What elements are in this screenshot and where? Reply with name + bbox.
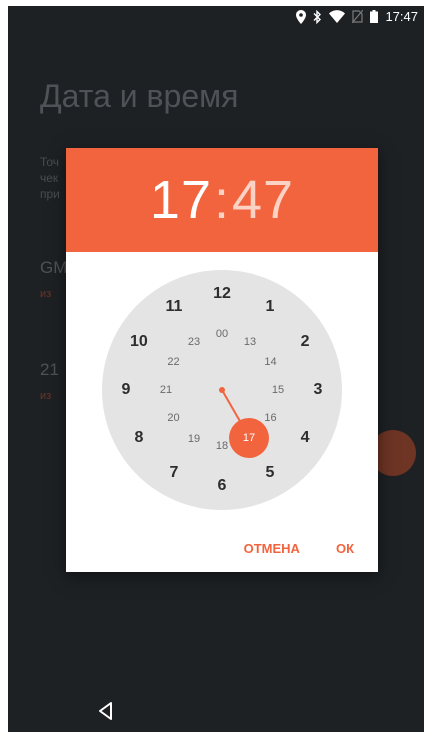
header-separator: :	[213, 170, 230, 230]
clock-hand-layer	[219, 387, 269, 458]
inner-hour-15[interactable]: 15	[272, 384, 284, 396]
header-minutes[interactable]: 47	[232, 169, 294, 231]
dialog-actions: ОТМЕНА ОК	[244, 541, 354, 556]
timezone-row-title: GM	[40, 258, 68, 277]
bluetooth-icon	[313, 9, 322, 24]
inner-hour-21[interactable]: 21	[160, 384, 172, 396]
inner-hour-23[interactable]: 23	[188, 336, 200, 348]
outer-hour-2[interactable]: 2	[301, 333, 310, 351]
outer-hour-4[interactable]: 4	[301, 429, 310, 447]
outer-hour-10[interactable]: 10	[130, 333, 148, 351]
status-bar: 17:47	[8, 6, 424, 30]
outer-hour-5[interactable]: 5	[266, 464, 275, 482]
time-row-sub: из	[40, 390, 52, 402]
inner-hour-14[interactable]: 14	[264, 356, 276, 368]
inner-hour-00[interactable]: 00	[216, 328, 228, 340]
settings-title: Дата и время	[40, 78, 239, 114]
no-sim-icon	[352, 10, 364, 23]
status-time: 17:47	[385, 9, 418, 24]
timezone-row-sub: из	[40, 288, 52, 300]
clock-dial[interactable]: 12 1 2 3 4 5 6 7 8 9 10 11 00 13 14 15 1…	[102, 270, 342, 510]
inner-hour-22[interactable]: 22	[167, 356, 179, 368]
phone-screen: 17:47 Дата и время Точ чек при GM из 21 …	[8, 6, 424, 732]
inner-hour-19[interactable]: 19	[188, 433, 200, 445]
inner-hour-20[interactable]: 20	[167, 412, 179, 424]
time-row-title: 21	[40, 360, 59, 379]
time-header: 17:47	[66, 148, 378, 252]
cancel-button[interactable]: ОТМЕНА	[244, 541, 300, 556]
inner-hour-17-selected[interactable]: 17	[243, 432, 255, 444]
outer-hour-1[interactable]: 1	[266, 298, 275, 316]
navigation-bar	[8, 690, 424, 732]
battery-icon	[370, 10, 379, 23]
outer-hour-8[interactable]: 8	[134, 429, 143, 447]
status-icons: 17:47	[296, 9, 418, 24]
ok-button[interactable]: ОК	[336, 541, 354, 556]
location-icon	[296, 9, 307, 24]
back-triangle-icon[interactable]	[93, 698, 119, 724]
time-picker-dialog: 17:47 12 1 2 3 4 5 6 7 8 9 10 11 00 13 1…	[66, 148, 378, 572]
outer-hour-9[interactable]: 9	[122, 381, 131, 399]
header-hours[interactable]: 17	[150, 169, 212, 231]
outer-hour-7[interactable]: 7	[170, 464, 179, 482]
outer-hour-12[interactable]: 12	[213, 285, 231, 303]
clock-center-dot	[219, 387, 225, 393]
wifi-icon	[329, 10, 346, 23]
inner-hour-18[interactable]: 18	[216, 440, 228, 452]
inner-hour-16[interactable]: 16	[264, 412, 276, 424]
outer-hour-6[interactable]: 6	[218, 477, 227, 495]
outer-hour-3[interactable]: 3	[314, 381, 323, 399]
inner-hour-13[interactable]: 13	[244, 336, 256, 348]
outer-hour-11[interactable]: 11	[166, 298, 183, 316]
